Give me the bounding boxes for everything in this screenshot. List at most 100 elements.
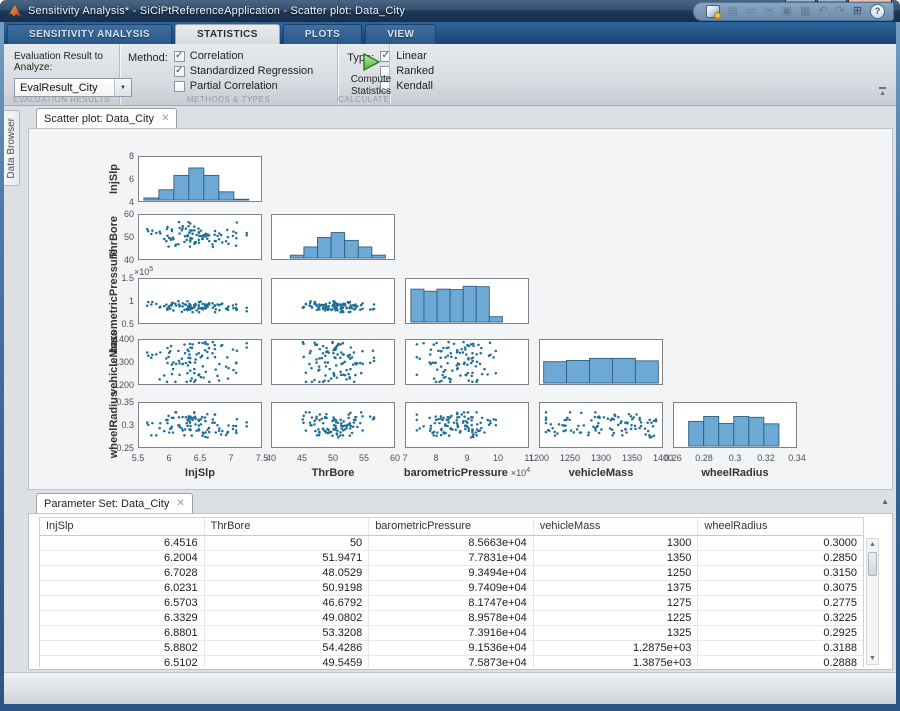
snapshot-icon[interactable] [706,5,720,18]
table-cell[interactable]: 53.3208 [205,626,370,640]
table-header-cell-injslp[interactable]: InjSlp [40,518,205,535]
x-axis-title-wheelradius: wheelRadius [655,467,815,479]
histogram-cell-barometricpressure [405,278,529,324]
table-row-2[interactable]: 6.200451.94717.7831e+0413500.2850 [40,551,863,566]
table-cell[interactable]: 0.2925 [698,626,863,640]
table-row-6[interactable]: 6.332949.08028.9578e+0412250.3225 [40,611,863,626]
table-cell[interactable]: 7.5873e+04 [369,656,534,667]
table-cell[interactable]: 46.6792 [205,596,370,610]
table-cell[interactable]: 50.9198 [205,581,370,595]
table-cell[interactable]: 49.5459 [205,656,370,667]
checkbox-correlation[interactable]: ✓Correlation [174,50,314,62]
table-cell[interactable]: 0.3075 [698,581,863,595]
parameter-table: InjSlpThrBorebarometricPressurevehicleMa… [39,517,864,667]
method-label: Method: [128,52,168,92]
y-axis-exponent-label: ×105 [134,266,153,277]
cut-icon: ✂ [764,6,773,17]
help-icon[interactable]: ? [870,4,885,19]
ribbon-tab-plots[interactable]: PLOTS [283,24,362,44]
table-cell[interactable]: 6.5102 [40,656,205,667]
table-cell[interactable]: 9.1536e+04 [369,641,534,655]
table-document-tab[interactable]: Parameter Set: Data_City ✕ [36,493,193,513]
checkbox-partial-correlation[interactable]: Partial Correlation [174,80,314,92]
table-cell[interactable]: 1225 [534,611,699,625]
plot-document-tab[interactable]: Scatter plot: Data_City ✕ [36,108,177,128]
panel-collapse-icon[interactable]: ▲ [881,498,889,506]
table-row-7[interactable]: 6.880153.32087.3916e+0413250.2925 [40,626,863,641]
plot-tab-close-icon[interactable]: ✕ [161,114,169,124]
table-cell[interactable]: 49.0802 [205,611,370,625]
checkbox-label: Standardized Regression [190,65,314,77]
table-cell[interactable]: 8.5663e+04 [369,536,534,550]
unchecked-checkbox-icon[interactable] [174,81,185,92]
plot-document-panel: Scatter plot: Data_City ✕ 864InjSlp60504… [28,108,893,490]
table-cell[interactable]: 9.7409e+04 [369,581,534,595]
methods-types-group: Method: ✓Correlation✓Standardized Regres… [120,44,338,105]
table-cell[interactable]: 6.3329 [40,611,205,625]
table-cell[interactable]: 6.0231 [40,581,205,595]
table-cell[interactable]: 1350 [534,551,699,565]
table-cell[interactable]: 7.3916e+04 [369,626,534,640]
table-header-cell-thrbore[interactable]: ThrBore [205,518,370,535]
table-cell[interactable]: 48.0529 [205,566,370,580]
undo-icon: ↶ [818,6,827,17]
table-cell[interactable]: 6.4516 [40,536,205,550]
table-cell[interactable]: 6.7028 [40,566,205,580]
table-cell[interactable]: 6.2004 [40,551,205,565]
compute-statistics-button[interactable]: Compute Statistics [346,49,396,97]
table-cell[interactable]: 1275 [534,596,699,610]
table-cell[interactable]: 50 [205,536,370,550]
scroll-thumb[interactable] [868,552,877,576]
checkbox-standardized-regression[interactable]: ✓ Standardized Regression [174,65,314,77]
table-cell[interactable]: 8.9578e+04 [369,611,534,625]
table-cell[interactable]: 1325 [534,626,699,640]
ribbon-tab-view[interactable]: VIEW [365,24,436,44]
table-cell[interactable]: 9.3494e+04 [369,566,534,580]
print-icon: ▭ [746,6,756,17]
checked-checkbox-icon[interactable]: ✓ [174,51,185,62]
table-cell[interactable]: 8.1747e+04 [369,596,534,610]
table-row-5[interactable]: 6.570346.67928.1747e+0412750.2775 [40,596,863,611]
checked-checkbox-icon[interactable]: ✓ [174,66,185,77]
table-cell[interactable]: 6.5703 [40,596,205,610]
window-title: Sensitivity Analysis* - SiCiPtReferenceA… [28,5,405,17]
table-cell[interactable]: 0.2888 [698,656,863,667]
table-row-8[interactable]: 5.880254.42869.1536e+041.2875e+030.3188 [40,641,863,656]
table-cell[interactable]: 0.3000 [698,536,863,550]
scatter-cell-vehiclemass-vs-barometricpressure [405,339,529,385]
table-row-1[interactable]: 6.4516508.5663e+0413000.3000 [40,536,863,551]
ribbon-tab-sensitivity-analysis[interactable]: SENSITIVITY ANALYSIS [7,24,172,44]
table-header-cell-wheelradius[interactable]: wheelRadius [698,518,863,535]
table-cell[interactable]: 0.3188 [698,641,863,655]
table-cell[interactable]: 1.3875e+03 [534,656,699,667]
table-cell[interactable]: 1300 [534,536,699,550]
table-cell[interactable]: 0.3150 [698,566,863,580]
table-scrollbar[interactable]: ▲ ▼ [866,538,879,665]
table-cell[interactable]: 1.2875e+03 [534,641,699,655]
y-axis-label-vehiclemass: vehicleMass [107,339,121,385]
ribbon-collapse-icon[interactable]: ▲ [879,87,886,97]
layout-icon[interactable]: ⊞ [853,6,862,17]
table-tab-close-icon[interactable]: ✕ [176,499,184,509]
checkbox-label: Kendall [396,80,433,92]
scroll-up-icon[interactable]: ▲ [867,539,878,550]
table-cell[interactable]: 7.7831e+04 [369,551,534,565]
table-cell[interactable]: 1375 [534,581,699,595]
table-cell[interactable]: 0.2850 [698,551,863,565]
table-row-9[interactable]: 6.510249.54597.5873e+041.3875e+030.2888 [40,656,863,667]
checkbox-label: Ranked [396,65,434,77]
table-cell[interactable]: 0.2775 [698,596,863,610]
data-browser-tab[interactable]: Data Browser [4,110,20,186]
table-header-cell-barometricpressure[interactable]: barometricPressure [369,518,534,535]
table-cell[interactable]: 6.8801 [40,626,205,640]
table-cell[interactable]: 0.3225 [698,611,863,625]
table-cell[interactable]: 51.9471 [205,551,370,565]
table-cell[interactable]: 54.4286 [205,641,370,655]
scroll-down-icon[interactable]: ▼ [867,653,878,664]
ribbon-tab-statistics[interactable]: STATISTICS [175,24,280,44]
table-row-4[interactable]: 6.023150.91989.7409e+0413750.3075 [40,581,863,596]
table-row-3[interactable]: 6.702848.05299.3494e+0412500.3150 [40,566,863,581]
table-cell[interactable]: 1250 [534,566,699,580]
table-header-cell-vehiclemass[interactable]: vehicleMass [534,518,699,535]
table-cell[interactable]: 5.8802 [40,641,205,655]
